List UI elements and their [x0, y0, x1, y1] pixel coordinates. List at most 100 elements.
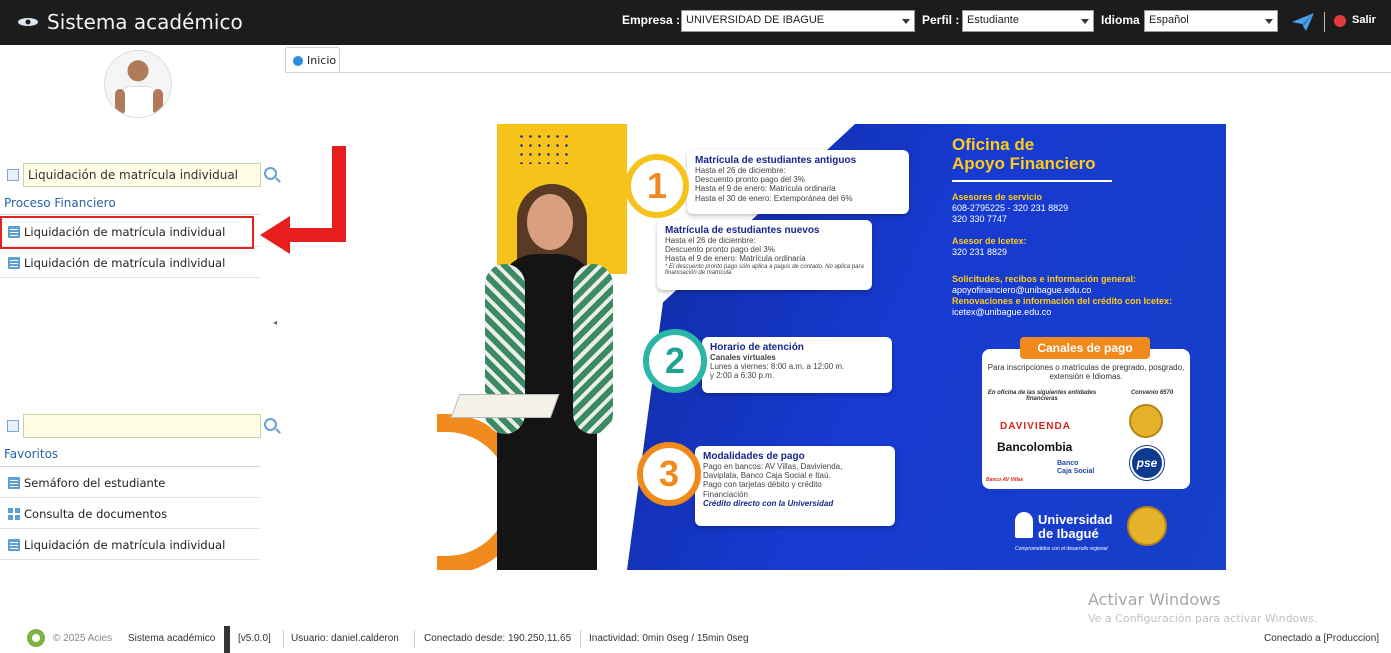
step-3-number: 3: [637, 442, 701, 506]
step-1-title: Matrícula de estudiantes antiguos: [695, 155, 857, 166]
list-icon: [8, 476, 20, 489]
step-2-subtitle: Canales virtuales: [710, 353, 776, 362]
step-2-title: Horario de atención: [710, 342, 804, 353]
company-select-value: UNIVERSIDAD DE IBAGUE: [686, 14, 825, 26]
step-1b-line: Descuento pronto pago del 3%: [665, 245, 775, 255]
section-divider: [0, 466, 260, 467]
step-2-card: Horario de atención Canales virtuales Lu…: [702, 337, 892, 393]
payment-right-label: Convenio 6570: [1130, 390, 1174, 396]
sidebar-collapse-handle[interactable]: ◂: [273, 318, 281, 346]
favorite-item-label: Liquidación de matrícula individual: [24, 537, 226, 552]
requests-email: apoyofinanciero@unibague.edu.co: [952, 285, 1092, 295]
tab-inicio[interactable]: Inicio: [285, 47, 340, 73]
payment-desc: Para inscripciones o matrículas de pregr…: [987, 363, 1185, 381]
app-title: Sistema académico: [47, 10, 243, 34]
favorite-item-liquidacion[interactable]: Liquidación de matrícula individual: [0, 530, 260, 560]
footer-copyright: © 2025 Acies: [53, 633, 113, 644]
step-1-line: Hasta el 30 de enero: Extemporánea del 6…: [695, 193, 853, 203]
power-icon[interactable]: [1334, 15, 1346, 27]
office-title: Oficina de Apoyo Financiero: [952, 135, 1096, 173]
company-select[interactable]: UNIVERSIDAD DE IBAGUE: [681, 10, 915, 32]
highlight-annotation: [0, 216, 254, 249]
profile-select[interactable]: Estudiante: [962, 10, 1094, 32]
search-icon[interactable]: [264, 418, 277, 431]
footer-version: [v5.0.0]: [238, 633, 271, 644]
profile-select-value: Estudiante: [967, 14, 1019, 26]
payment-left-label: En oficina de las siguientes entidades f…: [987, 390, 1097, 402]
search-icon[interactable]: [264, 167, 277, 180]
tab-dot-icon: [293, 55, 303, 66]
photo-book: [450, 394, 560, 418]
avatar: [104, 50, 172, 118]
chevron-down-icon: [902, 19, 910, 24]
step-1-card: Matrícula de estudiantes antiguos Hasta …: [687, 150, 909, 214]
office-title-line: Oficina de: [952, 135, 1035, 154]
windows-activation-subtitle: Ve a Configuración para activar Windows.: [1088, 612, 1318, 625]
step-1b-line: Hasta el 26 de diciembre:: [665, 236, 756, 245]
language-label: Idioma :: [1101, 13, 1148, 27]
footer-separator: [283, 630, 284, 648]
renewals-label: Renovaciones e información del crédito c…: [952, 296, 1173, 306]
accreditation-seal-icon: [1127, 506, 1167, 546]
footer-environment: Conectado a [Produccion]: [1264, 633, 1380, 644]
footer-system: Sistema académico: [128, 633, 216, 644]
step-1b-line: Hasta el 9 de enero: Matrícula ordinaria: [665, 254, 806, 264]
header-divider: [1324, 12, 1325, 32]
bank-av-villas: Banco AV Villas: [986, 477, 1024, 483]
step-3-line: Pago en bancos: AV Villas, Davivienda,: [703, 462, 843, 471]
step-1-line: Hasta el 9 de enero: Matrícula ordinaria: [695, 184, 836, 194]
paper-plane-icon[interactable]: [1292, 13, 1314, 31]
search-checkbox[interactable]: [7, 169, 19, 181]
top-bar: Sistema académico Empresa : UNIVERSIDAD …: [0, 0, 1391, 45]
chevron-down-icon: [1265, 19, 1273, 24]
payment-title: Canales de pago: [1020, 337, 1150, 359]
bank-caja-social-line: Banco: [1057, 460, 1079, 467]
step-1-line: Hasta el 26 de diciembre:: [695, 166, 786, 175]
status-bar: © 2025 Acies Sistema académico [v5.0.0] …: [0, 626, 1391, 653]
university-logo-icon: [1015, 512, 1033, 538]
step-3-line: Pago con tarjetas débito y crédito: [703, 480, 822, 490]
footer-separator: [580, 630, 581, 648]
acies-logo-icon: [27, 629, 45, 647]
favorites-search-input[interactable]: [23, 414, 261, 438]
language-select-value: Español: [1149, 14, 1189, 26]
windows-activation-title: Activar Windows: [1088, 590, 1221, 609]
renewals-email: icetex@unibague.edu.co: [952, 307, 1052, 317]
office-divider: [952, 180, 1112, 182]
favorites-title: Favoritos: [4, 447, 59, 461]
icetex-label: Asesor de Icetex:: [952, 236, 1027, 246]
bank-davivienda: DAVIVIENDA: [1000, 421, 1071, 432]
student-photo: [450, 184, 625, 570]
avatar-arm: [153, 89, 163, 115]
footer-connected-from: Conectado desde: 190.250.11.65: [424, 633, 572, 644]
footer-user: Usuario: daniel.calderon: [291, 633, 399, 644]
photo-face: [527, 194, 573, 250]
section-title: Proceso Financiero: [4, 196, 116, 210]
favorites-checkbox[interactable]: [7, 420, 19, 432]
app-logo-icon: [18, 18, 38, 26]
favorite-item-documentos[interactable]: Consulta de documentos: [0, 499, 260, 529]
step-3-line: Daviplata, Banco Caja Social e Itaú.: [703, 471, 831, 481]
red-arrow-head: [260, 216, 290, 254]
step-2-line: Lunes a viernes: 8:00 a.m. a 12:00 m.: [710, 362, 845, 372]
tab-label: Inicio: [307, 54, 337, 67]
menu-item-liquidacion[interactable]: Liquidación de matrícula individual: [0, 248, 260, 278]
step-3-emphasis: Crédito directo con la Universidad: [703, 498, 834, 508]
list-icon: [8, 538, 20, 551]
profile-label: Perfil :: [922, 13, 960, 27]
step-1b-note: * El descuento pronto pago sólo aplica a…: [665, 263, 864, 276]
favorite-item-semaforo[interactable]: Semáforo del estudiante: [0, 468, 260, 498]
step-3-card: Modalidades de pago Pago en bancos: AV V…: [695, 446, 895, 526]
footer-separator: [414, 630, 415, 648]
exit-button[interactable]: Salir: [1352, 14, 1376, 26]
language-select[interactable]: Español: [1144, 10, 1278, 32]
university-name: Universidad de Ibagué: [1038, 512, 1112, 542]
bank-caja-social: Banco Caja Social: [1057, 460, 1094, 475]
list-icon: [8, 256, 20, 269]
step-3-line: Financiación: [703, 489, 748, 499]
red-arrow-annotation: [286, 228, 346, 242]
menu-item-label: Liquidación de matrícula individual: [24, 255, 226, 270]
menu-search-input[interactable]: Liquidación de matrícula individual: [23, 163, 261, 187]
footer-bar: [224, 626, 230, 653]
step-1b-card: Matrícula de estudiantes nuevos Hasta el…: [657, 220, 872, 290]
